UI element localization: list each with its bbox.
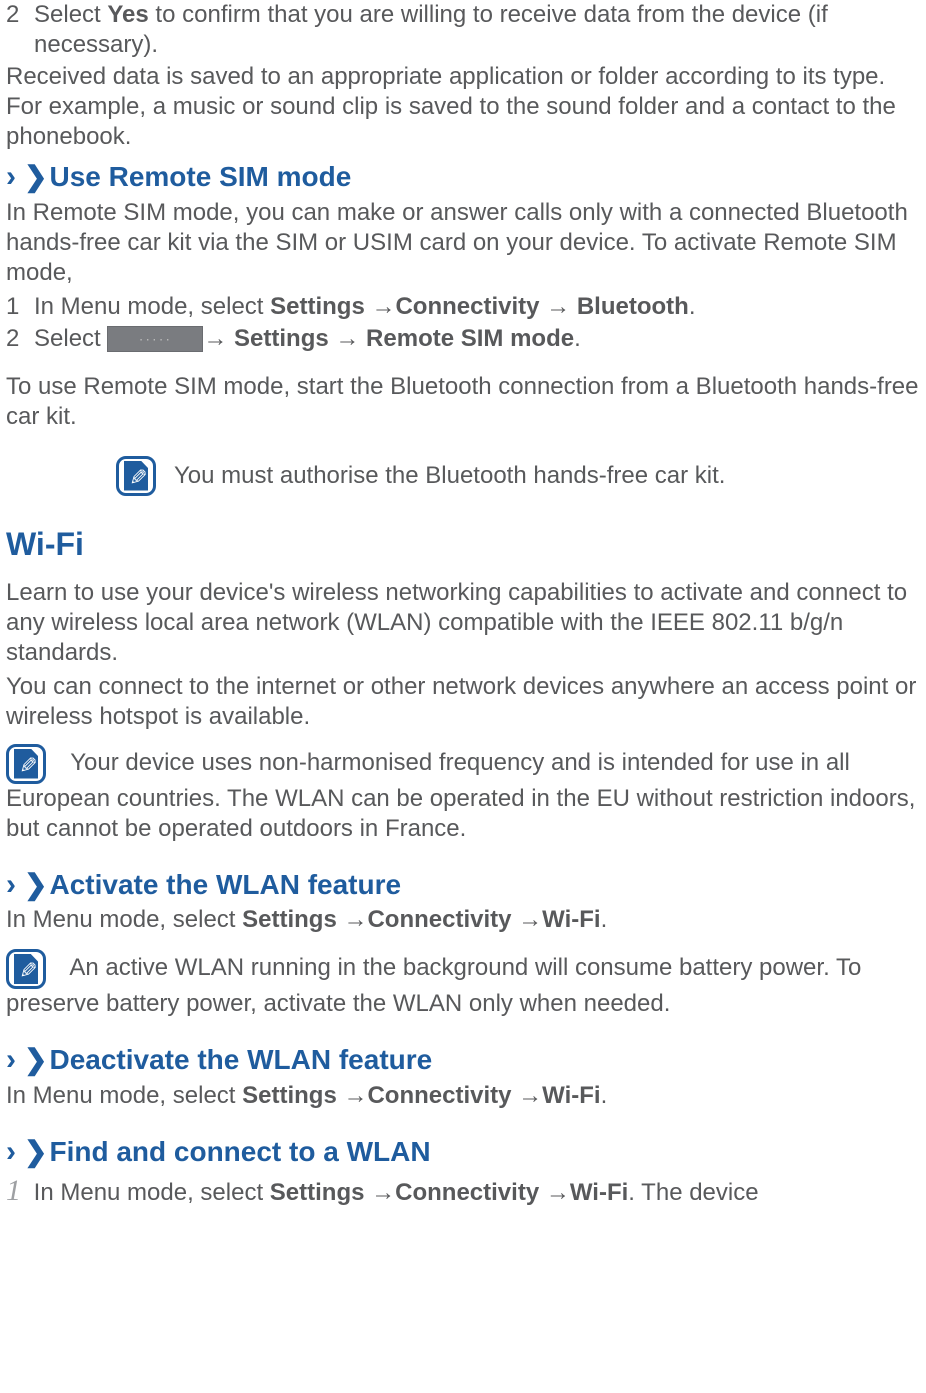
bold: Connectivity (367, 1082, 518, 1109)
arrow: → (343, 1082, 367, 1109)
section-title: Deactivate the WLAN feature (49, 1042, 432, 1077)
bold: → Bluetooth (546, 293, 689, 320)
chevron-icon: › (6, 1041, 16, 1079)
step-number: 2 (6, 0, 34, 60)
section-find-wlan: › ❯ Find and connect to a WLAN (6, 1133, 920, 1171)
text: Select (34, 325, 107, 352)
chevron-icon: ❯ (24, 159, 47, 194)
find-step1: 1 In Menu mode, select Settings →Connect… (6, 1172, 920, 1210)
bold: Settings (270, 293, 371, 320)
received-data-para: Received data is saved to an appropriate… (6, 62, 920, 152)
wifi-p2: You can connect to the internet or other… (6, 672, 920, 732)
section-title: Find and connect to a WLAN (49, 1134, 430, 1169)
wifi-title: Wi-Fi (6, 524, 920, 564)
step-number-italic: 1 (6, 1174, 21, 1207)
text: . (601, 1082, 608, 1109)
note-icon (116, 456, 156, 496)
bold: Connectivity (395, 293, 546, 320)
remote-sim-step1: 1 In Menu mode, select Settings →Connect… (6, 292, 920, 322)
note-wlan-battery: An active WLAN running in the background… (6, 953, 920, 1019)
arrow: → (371, 293, 395, 320)
text: In Menu mode, select (6, 1082, 242, 1109)
note-authorise: You must authorise the Bluetooth hands-f… (116, 456, 920, 496)
section-title: Activate the WLAN feature (49, 867, 401, 902)
yes-bold: Yes (107, 1, 148, 28)
note-text: An active WLAN running in the background… (6, 954, 861, 1017)
deactivate-path: In Menu mode, select Settings →Connectiv… (6, 1081, 920, 1111)
section-deactivate-wlan: › ❯ Deactivate the WLAN feature (6, 1041, 920, 1079)
text: . The device (628, 1179, 758, 1206)
text: Select (34, 1, 107, 28)
section-title: Use Remote SIM mode (49, 159, 351, 194)
arrow: → (518, 1082, 542, 1109)
bold: Settings (242, 906, 343, 933)
bold: Connectivity (367, 906, 518, 933)
text: In Menu mode, select (34, 293, 270, 320)
chevron-icon: › (6, 1133, 16, 1171)
arrow: → (518, 906, 542, 933)
step-content: Select → Settings → Remote SIM mode. (34, 324, 920, 354)
text: In Menu mode, select (27, 1179, 270, 1206)
wifi-p1: Learn to use your device's wireless netw… (6, 578, 920, 668)
arrow: → (371, 1179, 395, 1206)
bold: Wi-Fi (542, 906, 600, 933)
note-wifi-freq: Your device uses non-harmonised frequenc… (6, 748, 920, 844)
remote-sim-intro: In Remote SIM mode, you can make or answ… (6, 198, 920, 288)
remote-sim-after: To use Remote SIM mode, start the Blueto… (6, 372, 920, 432)
bold: Wi-Fi (542, 1082, 600, 1109)
arrow: → (546, 1179, 570, 1206)
bold: → Settings → Remote SIM mode (203, 325, 574, 352)
text: . (689, 293, 696, 320)
step-number: 2 (6, 324, 34, 354)
chevron-icon: ❯ (24, 1134, 47, 1169)
step-number: 1 (6, 292, 34, 322)
chevron-icon: ❯ (24, 1042, 47, 1077)
note-icon (6, 949, 46, 989)
section-activate-wlan: › ❯ Activate the WLAN feature (6, 866, 920, 904)
note-text: You must authorise the Bluetooth hands-f… (174, 461, 725, 491)
text: . (574, 325, 581, 352)
step-2-top: 2 Select Yes to confirm that you are wil… (6, 0, 920, 60)
text: . (601, 906, 608, 933)
bold: Settings (270, 1179, 371, 1206)
remote-sim-step2: 2 Select → Settings → Remote SIM mode. (6, 324, 920, 354)
bold: Connectivity (395, 1179, 546, 1206)
chevron-icon: ❯ (24, 867, 47, 902)
activate-path: In Menu mode, select Settings →Connectiv… (6, 905, 920, 935)
more-options-icon (107, 326, 203, 352)
note-icon (6, 744, 46, 784)
section-remote-sim: › ❯ Use Remote SIM mode (6, 158, 920, 196)
note-text: Your device uses non-harmonised frequenc… (6, 749, 915, 842)
step-content: In Menu mode, select Settings →Connectiv… (34, 292, 920, 322)
bold: Settings (242, 1082, 343, 1109)
bold: Wi-Fi (570, 1179, 628, 1206)
arrow: → (343, 906, 367, 933)
step-content: Select Yes to confirm that you are willi… (34, 0, 920, 60)
chevron-icon: › (6, 866, 16, 904)
text: In Menu mode, select (6, 906, 242, 933)
chevron-icon: › (6, 158, 16, 196)
text: to confirm that you are willing to recei… (34, 1, 828, 58)
